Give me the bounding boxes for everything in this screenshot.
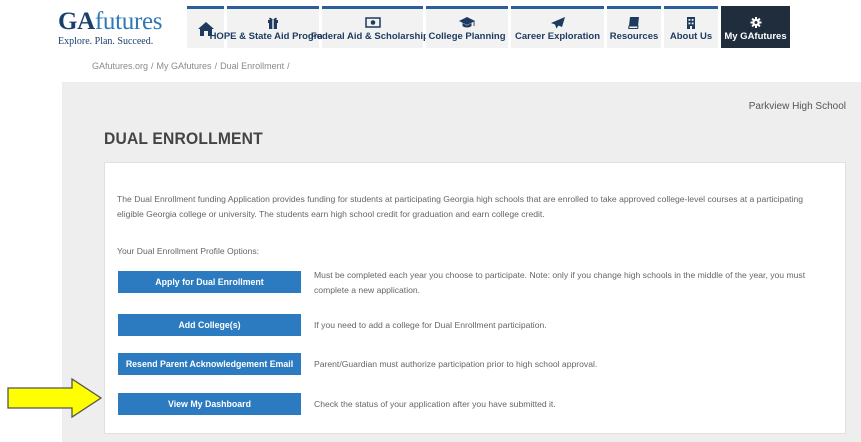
resend-parent-email-button[interactable]: Resend Parent Acknowledgement Email bbox=[118, 353, 301, 375]
dual-enrollment-card: The Dual Enrollment funding Application … bbox=[104, 162, 846, 434]
option-description: Check the status of your application aft… bbox=[314, 399, 556, 409]
nav-resources[interactable]: Resources bbox=[607, 6, 661, 48]
book-icon bbox=[628, 16, 639, 29]
breadcrumb-item-my-gafutures[interactable]: My GAfutures bbox=[157, 61, 212, 71]
add-college-button[interactable]: Add College(s) bbox=[118, 314, 301, 336]
view-dashboard-button[interactable]: View My Dashboard bbox=[118, 393, 301, 415]
breadcrumb-separator: / bbox=[214, 61, 218, 71]
option-row-add-college: Add College(s) If you need to add a coll… bbox=[118, 314, 833, 336]
option-row-resend-email: Resend Parent Acknowledgement Email Pare… bbox=[118, 353, 833, 375]
page-title: DUAL ENROLLMENT bbox=[104, 129, 263, 148]
nav-label: Federal Aid & Scholarships bbox=[310, 30, 435, 42]
options-label: Your Dual Enrollment Profile Options: bbox=[117, 246, 260, 256]
option-description: Must be completed each year you choose t… bbox=[314, 270, 806, 295]
nav-label: About Us bbox=[669, 30, 713, 42]
nav-college-planning[interactable]: College Planning bbox=[426, 6, 508, 48]
main-nav: HOPE & State Aid Programs Federal Aid & … bbox=[187, 6, 790, 48]
option-description: Parent/Guardian must authorize participa… bbox=[314, 359, 598, 369]
nav-career-exploration[interactable]: Career Exploration bbox=[511, 6, 604, 48]
nav-my-gafutures[interactable]: My GAfutures bbox=[721, 6, 790, 48]
money-icon bbox=[364, 16, 381, 28]
logo-futures-text: futures bbox=[94, 8, 163, 35]
content-panel: Parkview High School DUAL ENROLLMENT The… bbox=[62, 82, 861, 442]
nav-label: Resources bbox=[609, 30, 659, 42]
gift-icon bbox=[268, 17, 278, 29]
graduation-cap-icon bbox=[459, 16, 475, 27]
paper-plane-icon bbox=[550, 16, 565, 28]
top-navigation-bar: GAfutures Explore. Plan. Succeed. HOPE &… bbox=[0, 0, 861, 56]
nav-label: College Planning bbox=[428, 30, 506, 42]
intro-text: The Dual Enrollment funding Application … bbox=[117, 194, 804, 219]
logo-ga-text: GA bbox=[58, 8, 95, 35]
logo-tagline: Explore. Plan. Succeed. bbox=[58, 36, 154, 47]
yellow-arrow-annotation bbox=[7, 377, 103, 419]
nav-label: Career Exploration bbox=[515, 30, 600, 42]
breadcrumb: GAfutures.org / My GAfutures / Dual Enrollme… bbox=[92, 61, 293, 71]
nav-home[interactable] bbox=[187, 6, 224, 48]
option-row-dashboard: View My Dashboard Check the status of yo… bbox=[118, 393, 833, 415]
nav-federal-aid[interactable]: Federal Aid & Scholarships bbox=[311, 6, 434, 48]
school-name: Parkview High School bbox=[748, 101, 846, 112]
nav-hope-state-aid[interactable]: HOPE & State Aid Programs bbox=[210, 6, 336, 48]
option-row-apply: Apply for Dual Enrollment Must be comple… bbox=[118, 270, 833, 298]
building-icon bbox=[687, 16, 695, 29]
breadcrumb-item-dual-enrollment[interactable]: Dual Enrollment bbox=[220, 61, 284, 71]
logo-wordmark: GAfutures bbox=[58, 9, 178, 34]
nav-label: My GAfutures bbox=[724, 30, 787, 42]
nav-about-us[interactable]: About Us bbox=[664, 6, 718, 48]
gafutures-logo[interactable]: GAfutures Explore. Plan. Succeed. bbox=[58, 9, 178, 49]
apply-dual-enrollment-button[interactable]: Apply for Dual Enrollment bbox=[118, 271, 301, 293]
breadcrumb-separator: / bbox=[151, 61, 154, 71]
option-description: If you need to add a college for Dual En… bbox=[314, 320, 547, 330]
breadcrumb-item-home[interactable]: GAfutures.org bbox=[92, 61, 148, 71]
breadcrumb-separator: / bbox=[287, 61, 290, 71]
gear-icon bbox=[750, 16, 761, 28]
